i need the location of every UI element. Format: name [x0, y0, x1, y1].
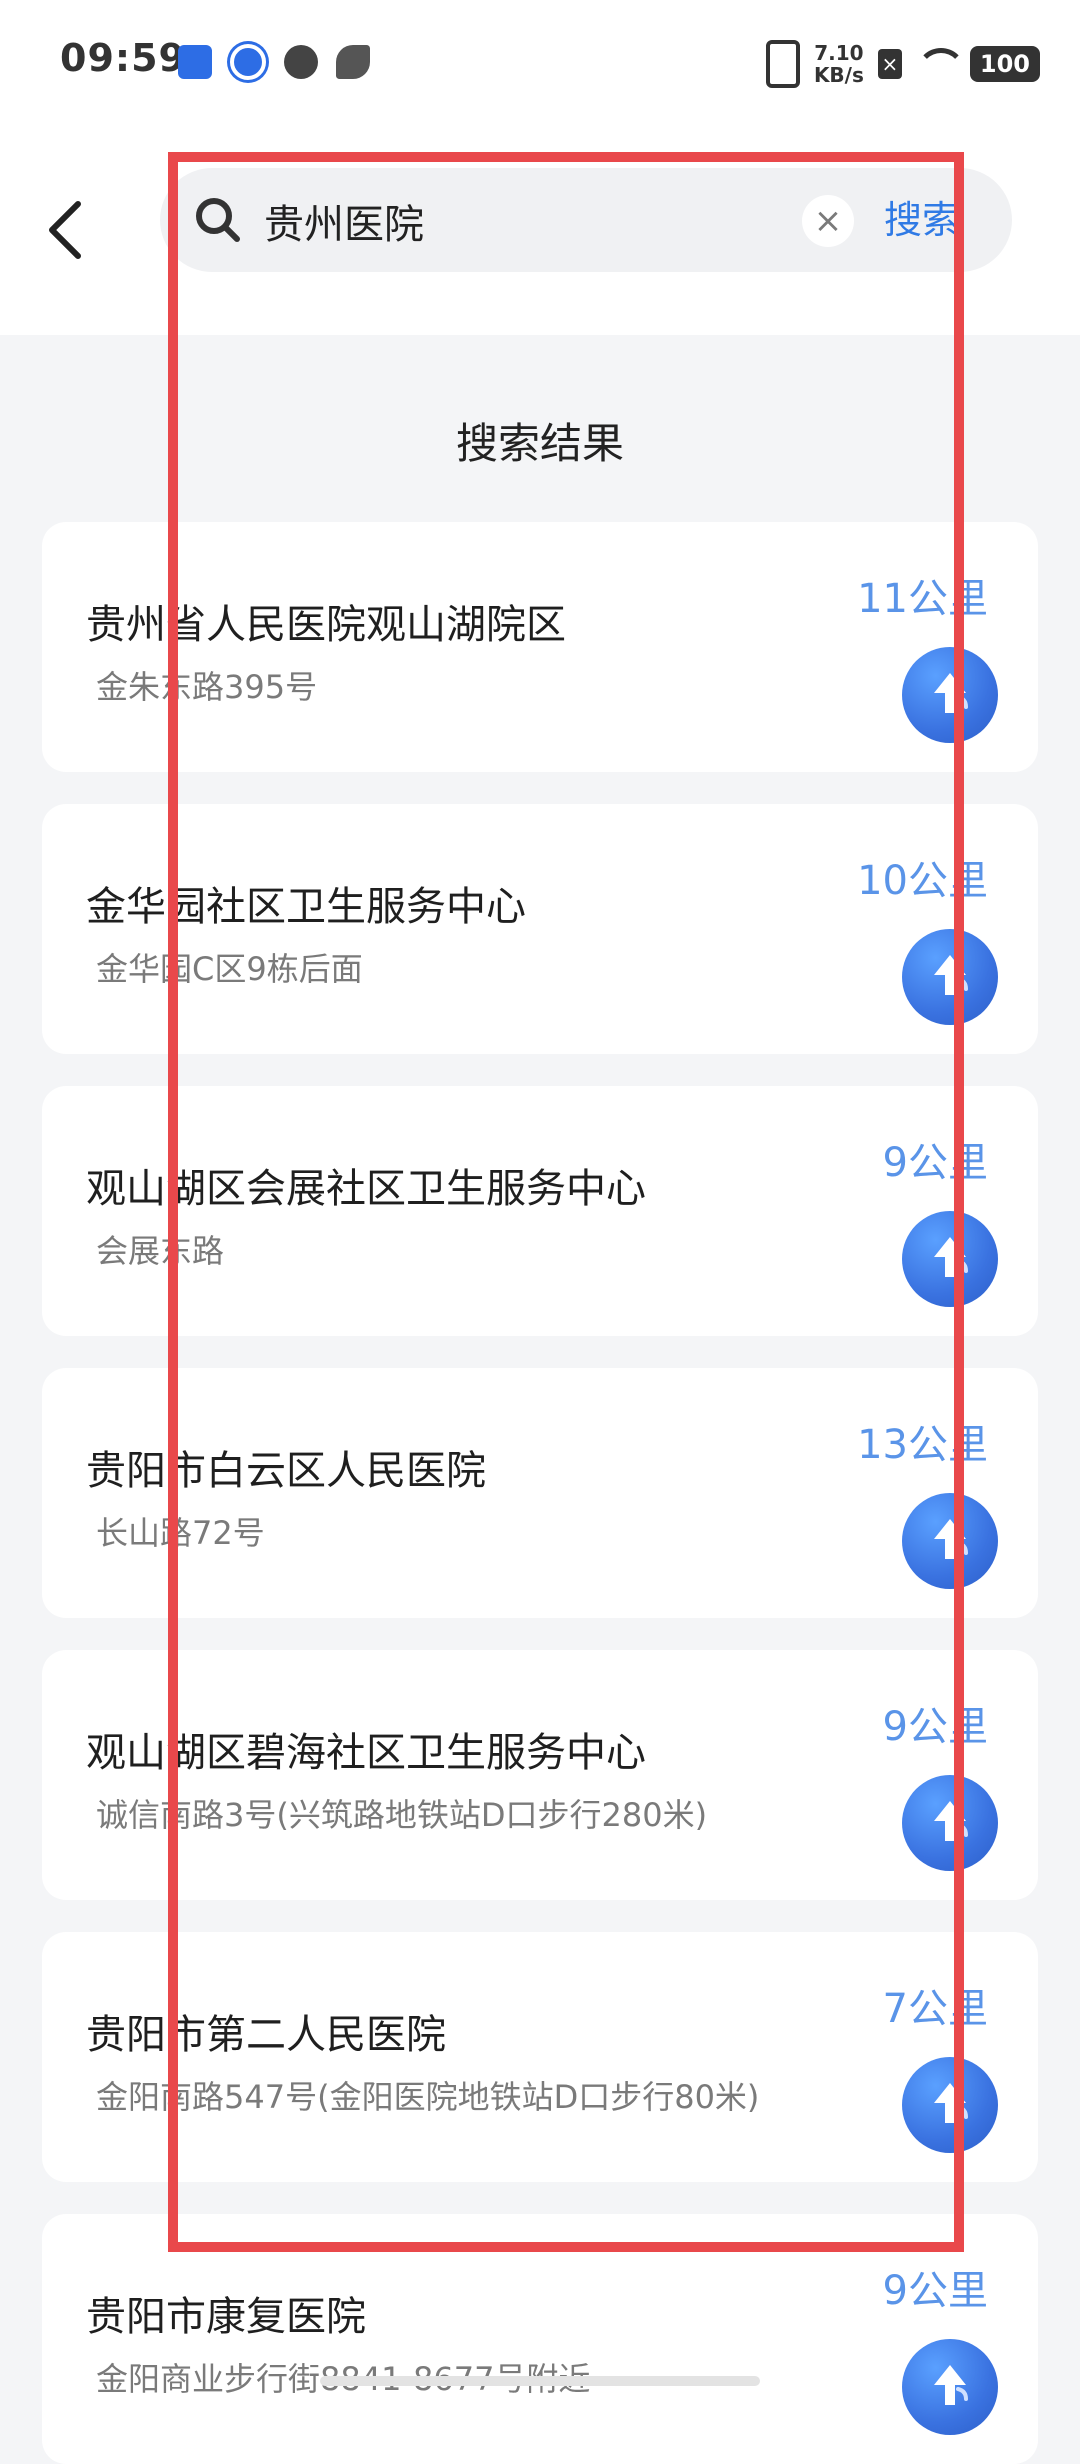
- navigate-button[interactable]: [902, 647, 998, 743]
- status-time: 09:59: [60, 36, 186, 80]
- battery-level: 100: [969, 46, 1040, 82]
- vibrate-icon: [765, 40, 800, 88]
- result-item[interactable]: 观山湖区会展社区卫生服务中心 会展东路 9公里: [42, 1086, 1038, 1336]
- result-distance: 13公里: [857, 1422, 988, 1468]
- result-name: 金华园社区卫生服务中心: [86, 884, 526, 930]
- wechat-icon: [284, 45, 318, 79]
- result-distance: 10公里: [857, 858, 988, 904]
- app-circle-icon: [230, 44, 266, 80]
- back-button[interactable]: [38, 190, 94, 270]
- navigate-arrow-icon: [934, 1519, 968, 1559]
- result-address: 金阳南路547号(金阳医院地铁站D口步行80米): [96, 2078, 760, 2116]
- app-lock-icon: [178, 45, 212, 79]
- result-name: 贵阳市康复医院: [86, 2294, 366, 2340]
- status-system-icons: 7.10 KB/s × 100: [765, 40, 1040, 88]
- navigate-button[interactable]: [902, 929, 998, 1025]
- navigate-button[interactable]: [902, 2339, 998, 2435]
- close-icon: ×: [813, 201, 843, 241]
- result-address: 金华园C区9栋后面: [96, 950, 363, 988]
- navigate-arrow-icon: [934, 2365, 968, 2405]
- navigate-arrow-icon: [934, 673, 968, 713]
- sim-off-icon: ×: [877, 49, 902, 79]
- result-item[interactable]: 贵阳市白云区人民医院 长山路72号 13公里: [42, 1368, 1038, 1618]
- results-title: 搜索结果: [455, 419, 624, 468]
- result-address: 金朱东路395号: [96, 668, 318, 706]
- navigate-arrow-icon: [934, 2083, 968, 2123]
- result-name: 观山湖区会展社区卫生服务中心: [86, 1166, 646, 1212]
- navigate-arrow-icon: [934, 1801, 968, 1841]
- result-distance: 9公里: [882, 1704, 988, 1750]
- result-address: 诚信南路3号(兴筑路地铁站D口步行280米): [96, 1796, 708, 1834]
- result-item[interactable]: 贵阳市第二人民医院 金阳南路547号(金阳医院地铁站D口步行80米) 7公里: [42, 1932, 1038, 2182]
- chevron-left-icon: [49, 201, 81, 259]
- navigate-arrow-icon: [934, 1237, 968, 1277]
- search-button[interactable]: 搜索: [884, 168, 960, 272]
- result-address: 会展东路: [96, 1232, 225, 1270]
- result-distance: 11公里: [857, 576, 988, 622]
- clear-search-button[interactable]: ×: [802, 195, 854, 247]
- navigate-button[interactable]: [902, 1211, 998, 1307]
- navigate-button[interactable]: [902, 1775, 998, 1871]
- leaf-app-icon: [336, 45, 370, 79]
- result-name: 贵阳市第二人民医院: [86, 2012, 446, 2058]
- network-speed-unit: KB/s: [813, 63, 864, 87]
- result-distance: 7公里: [882, 1986, 988, 2032]
- search-icon: [196, 198, 240, 242]
- navigate-button[interactable]: [902, 2057, 998, 2153]
- result-address: 长山路72号: [96, 1514, 265, 1552]
- network-speed-value: 7.10: [814, 41, 864, 65]
- result-name: 贵州省人民医院观山湖院区: [86, 602, 566, 648]
- navigate-arrow-icon: [934, 955, 968, 995]
- search-input[interactable]: [262, 168, 856, 274]
- result-item[interactable]: 贵阳市康复医院 金阳商业步行街8841-8677号附近 9公里: [42, 2214, 1038, 2464]
- network-speed: 7.10 KB/s: [814, 42, 864, 86]
- result-distance: 9公里: [882, 2268, 988, 2314]
- result-item[interactable]: 贵州省人民医院观山湖院区 金朱东路395号 11公里: [42, 522, 1038, 772]
- result-name: 观山湖区碧海社区卫生服务中心: [86, 1730, 646, 1776]
- status-notification-icons: [178, 44, 370, 80]
- search-box[interactable]: × 搜索: [160, 168, 1012, 274]
- search-header: × 搜索: [0, 130, 1080, 335]
- status-bar: 09:59 7.10 KB/s × 100: [0, 0, 1080, 130]
- result-name: 贵阳市白云区人民医院: [86, 1448, 486, 1494]
- result-item[interactable]: 金华园社区卫生服务中心 金华园C区9栋后面 10公里: [42, 804, 1038, 1054]
- wifi-icon: [915, 48, 966, 80]
- result-item[interactable]: 观山湖区碧海社区卫生服务中心 诚信南路3号(兴筑路地铁站D口步行280米) 9公…: [42, 1650, 1038, 1900]
- navigate-button[interactable]: [902, 1493, 998, 1589]
- result-distance: 9公里: [882, 1140, 988, 1186]
- home-indicator: [320, 2376, 760, 2386]
